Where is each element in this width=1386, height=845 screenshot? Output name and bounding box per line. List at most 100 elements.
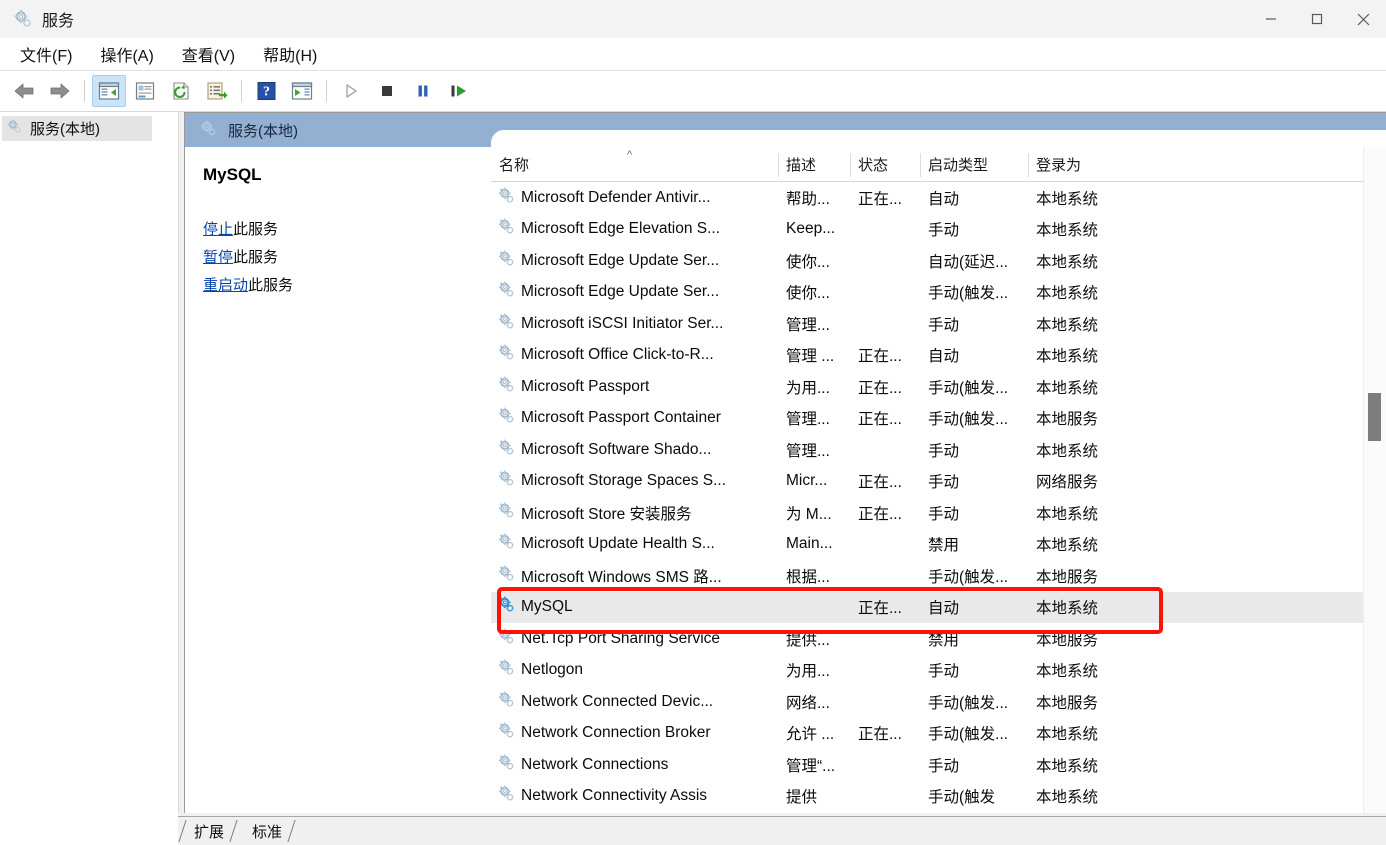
list-column-headers: 名称 ^ 描述 状态 启动类型 登录为	[491, 147, 1364, 182]
sort-ascending-caret-icon: ^	[627, 149, 633, 161]
toolbar: ?	[0, 71, 1386, 112]
cell-startup-type: 手动	[928, 222, 960, 240]
service-name-text: Netlogon	[521, 661, 584, 679]
tab-slash-left	[178, 819, 187, 842]
stop-link-text[interactable]: 停止	[203, 221, 233, 238]
cell-logon-as: 本地系统	[1036, 348, 1099, 366]
service-gear-icon	[497, 595, 516, 619]
table-row[interactable]: Microsoft Passport Container 管理... 正在... 手动…	[491, 403, 1364, 435]
cell-startup-type: 手动(触发...	[928, 726, 1009, 744]
table-row[interactable]: Network Connected Devic... 网络... 手动(触发... 本…	[491, 686, 1364, 718]
service-name-text: Microsoft Edge Elevation S...	[521, 220, 721, 238]
title-bar: 服务	[0, 0, 1386, 38]
tab-extended-label: 扩展	[194, 824, 225, 841]
show-hide-tree-icon[interactable]	[92, 75, 126, 107]
tab-standard[interactable]: 标准	[236, 818, 296, 845]
table-row[interactable]: Microsoft Update Health S... Main... 禁用 本地系…	[491, 529, 1364, 561]
cell-service-name: Microsoft Passport Container	[491, 403, 778, 435]
service-gear-icon	[497, 217, 516, 241]
cell-service-name: Network Connections	[491, 749, 778, 781]
service-gear-icon	[497, 658, 516, 682]
column-header-description[interactable]: 描述	[778, 147, 850, 181]
forward-arrow-icon[interactable]	[43, 75, 77, 107]
cell-startup-type: 手动	[928, 757, 960, 775]
menu-help[interactable]: 帮助(H)	[251, 39, 329, 69]
maximize-button[interactable]	[1294, 0, 1340, 38]
table-row[interactable]: Netlogon 为用... 手动 本地系统	[491, 655, 1364, 687]
tab-standard-label: 标准	[252, 824, 283, 841]
restart-link-suffix: 此服务	[248, 277, 294, 294]
cell-description: 使你...	[786, 285, 830, 303]
cell-startup-type: 手动(触发...	[928, 694, 1009, 712]
pause-service-link[interactable]: 暂停此服务	[203, 247, 473, 269]
cell-status	[850, 434, 920, 466]
services-list-inner: 名称 ^ 描述 状态 启动类型 登录为 Microsoft Defender A…	[491, 147, 1364, 817]
tab-extended[interactable]: 扩展	[178, 818, 238, 845]
column-header-logon-as[interactable]: 登录为	[1028, 147, 1120, 181]
table-row[interactable]: Network Connections 管理“... 手动 本地系统	[491, 749, 1364, 781]
table-row[interactable]: Microsoft Storage Spaces S... Micr... 正在..…	[491, 466, 1364, 498]
pause-service-icon[interactable]	[406, 75, 440, 107]
service-gear-icon	[497, 627, 516, 651]
table-row[interactable]: Microsoft Software Shado... 管理... 手动 本地系统	[491, 434, 1364, 466]
console-tree-pane: 服务(本地)	[0, 112, 178, 817]
help-icon[interactable]: ?	[249, 75, 283, 107]
cell-service-name: Net.Tcp Port Sharing Service	[491, 623, 778, 655]
cell-description: 管理...	[786, 442, 830, 460]
menu-action[interactable]: 操作(A)	[88, 39, 165, 69]
refresh-icon[interactable]	[164, 75, 198, 107]
stop-service-icon[interactable]	[370, 75, 404, 107]
restart-service-link[interactable]: 重启动此服务	[203, 275, 473, 297]
cell-service-name: Microsoft Office Click-to-R...	[491, 340, 778, 372]
service-name-text: Net.Tcp Port Sharing Service	[521, 629, 721, 647]
cell-logon-as: 本地服务	[1036, 631, 1099, 649]
properties-icon[interactable]	[128, 75, 162, 107]
close-button[interactable]	[1340, 0, 1386, 38]
start-view-icon[interactable]	[285, 75, 319, 107]
pause-link-text[interactable]: 暂停	[203, 249, 233, 266]
table-row[interactable]: MySQL 正在... 自动 本地系统	[491, 591, 1364, 623]
service-name-text: Microsoft Defender Antivir...	[521, 188, 711, 206]
cell-startup-type: 手动	[928, 474, 960, 492]
table-row[interactable]: Microsoft Edge Elevation S... Keep... 手动 本地…	[491, 214, 1364, 246]
table-row[interactable]: Microsoft Defender Antivir... 帮助... 正在... 自…	[491, 182, 1364, 214]
menu-file[interactable]: 文件(F)	[8, 39, 84, 69]
table-row[interactable]: Microsoft Passport 为用... 正在... 手动(触发... 本地系统	[491, 371, 1364, 403]
stop-service-link[interactable]: 停止此服务	[203, 219, 473, 241]
list-vertical-scrollbar[interactable]	[1363, 147, 1386, 817]
cell-service-name: Microsoft Passport	[491, 371, 778, 403]
cell-status	[850, 245, 920, 277]
table-row[interactable]: Microsoft Windows SMS 路... 根据... 手动(触发... 本…	[491, 560, 1364, 592]
service-gear-icon	[497, 721, 516, 745]
menu-view[interactable]: 查看(V)	[170, 39, 247, 69]
cell-status: 正在...	[858, 190, 902, 208]
column-header-startup-type[interactable]: 启动类型	[920, 147, 1028, 181]
table-row[interactable]: Microsoft Office Click-to-R... 管理 ... 正在..…	[491, 340, 1364, 372]
table-row[interactable]: Net.Tcp Port Sharing Service 提供... 禁用 本地服务	[491, 623, 1364, 655]
pause-link-suffix: 此服务	[233, 249, 279, 266]
service-info-column: MySQL 停止此服务 暂停此服务 重启动此服务	[185, 147, 491, 817]
cell-description: 为 M...	[786, 505, 832, 523]
minimize-button[interactable]	[1248, 0, 1294, 38]
back-arrow-icon[interactable]	[7, 75, 41, 107]
restart-service-icon[interactable]	[442, 75, 476, 107]
service-gear-icon	[497, 501, 516, 525]
cell-logon-as: 本地系统	[1036, 600, 1099, 618]
service-gear-icon	[497, 532, 516, 556]
table-row[interactable]: Microsoft Edge Update Ser... 使你... 手动(触发..…	[491, 277, 1364, 309]
export-list-icon[interactable]	[200, 75, 234, 107]
tree-item-services-local[interactable]: 服务(本地)	[2, 116, 152, 141]
cell-status	[850, 781, 920, 813]
table-row[interactable]: Network Connectivity Assis 提供 手动(触发 本地系统	[491, 781, 1364, 813]
table-row[interactable]: Microsoft Store 安装服务 为 M... 正在... 手动 本地系统	[491, 497, 1364, 529]
column-header-status[interactable]: 状态	[850, 147, 920, 181]
table-row[interactable]: Network Connection Broker 允许 ... 正在... 手动(触…	[491, 718, 1364, 750]
tab-slash-right-2	[287, 819, 296, 842]
table-row[interactable]: Microsoft iSCSI Initiator Ser... 管理... 手动 本…	[491, 308, 1364, 340]
column-header-name[interactable]: 名称 ^	[491, 147, 778, 181]
service-gear-icon	[497, 312, 516, 336]
scrollbar-thumb[interactable]	[1368, 393, 1381, 441]
start-service-icon[interactable]	[334, 75, 368, 107]
table-row[interactable]: Microsoft Edge Update Ser... 使你... 自动(延迟..…	[491, 245, 1364, 277]
restart-link-text[interactable]: 重启动	[203, 277, 248, 294]
